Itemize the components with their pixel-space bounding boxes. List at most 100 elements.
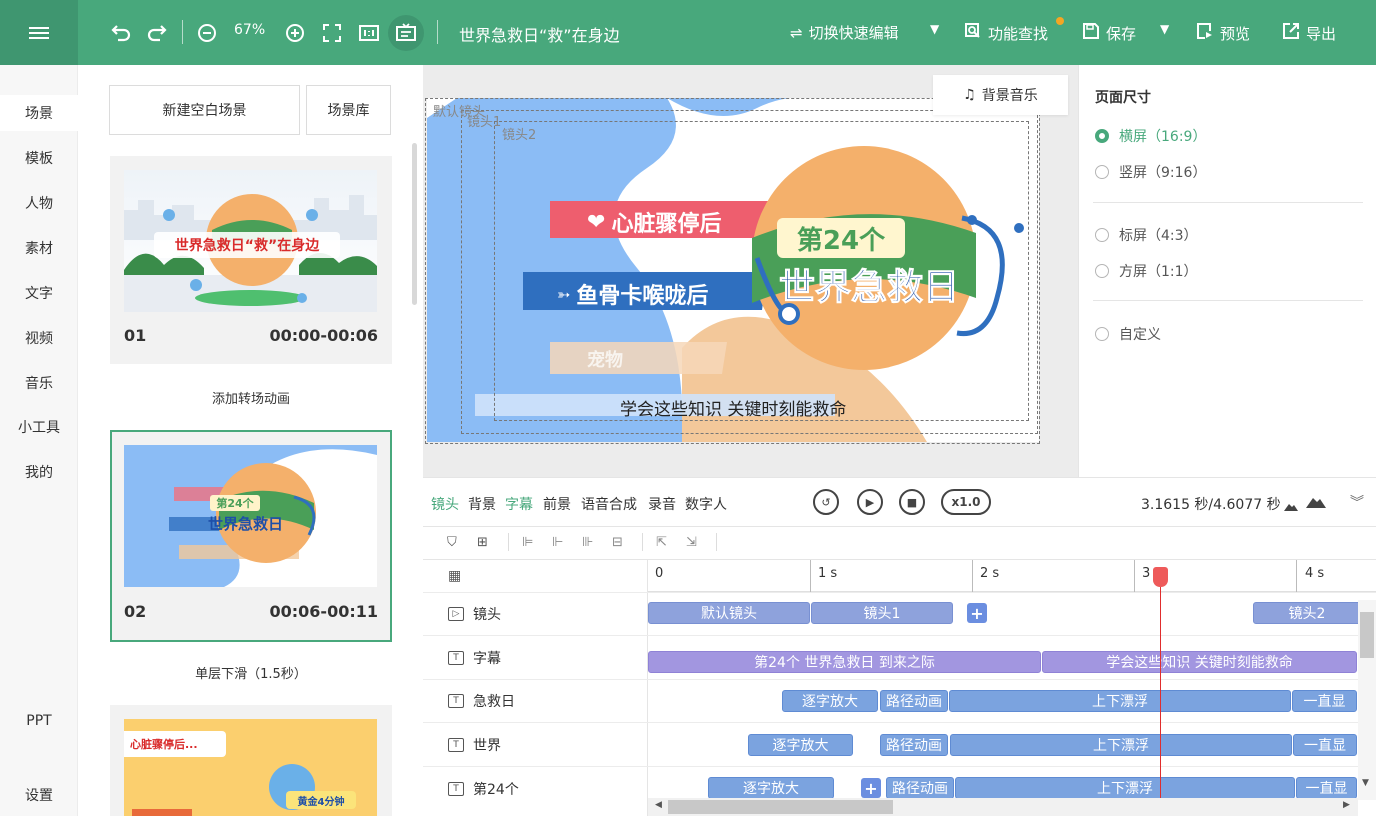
scene-card-03[interactable]: 心脏骤停后... 黄金4分钟 xyxy=(110,705,392,816)
grid-icon[interactable]: ▦ xyxy=(448,568,461,584)
nav-item-settings[interactable]: 设置 xyxy=(0,777,78,813)
nav-item-music[interactable]: 音乐 xyxy=(0,365,78,401)
timeline-ruler[interactable] xyxy=(648,560,1376,592)
clip-zoom-text[interactable]: 逐字放大 xyxy=(782,690,878,712)
scroll-right-icon[interactable]: ▶ xyxy=(1343,800,1350,810)
save-icon xyxy=(1082,22,1100,44)
tab-recording[interactable]: 录音 xyxy=(648,494,676,514)
undo-icon[interactable] xyxy=(108,20,134,46)
scene-time-range: 00:00-00:06 xyxy=(269,326,379,345)
clip-zoom-text[interactable]: 逐字放大 xyxy=(748,734,853,756)
camera-frame-2[interactable] xyxy=(494,121,1029,421)
save-dropdown-icon[interactable]: ▼ xyxy=(1160,22,1169,36)
scene-card-02[interactable]: 第24个 世界急救日 02 00:06-00:11 xyxy=(110,430,392,642)
tab-digital-human[interactable]: 数字人 xyxy=(685,494,727,514)
replay-icon[interactable]: ↺ xyxy=(813,489,839,515)
radio-landscape[interactable]: 横屏（16:9） xyxy=(1095,126,1206,146)
clip-path-animation[interactable]: 路径动画 xyxy=(886,777,954,799)
zoom-in-icon[interactable] xyxy=(284,20,306,46)
menu-button[interactable] xyxy=(0,0,78,65)
align-center-icon[interactable]: ⊩ xyxy=(552,535,563,550)
scenes-scrollbar[interactable] xyxy=(412,143,417,305)
clip-zoom-text[interactable]: 逐字放大 xyxy=(708,777,834,799)
tab-foreground[interactable]: 前景 xyxy=(543,494,571,514)
subtitle-toggle-icon[interactable] xyxy=(388,15,424,51)
feature-search-button[interactable]: 功能查找 xyxy=(964,22,1048,44)
nav-item-ppt[interactable]: PPT xyxy=(0,703,78,739)
zoom-in-timeline-icon[interactable] xyxy=(1306,493,1326,508)
background-music-button[interactable]: ♫ 背景音乐 xyxy=(933,75,1068,115)
playhead-handle[interactable] xyxy=(1153,567,1168,587)
zoom-out-icon[interactable] xyxy=(196,20,218,46)
scroll-left-icon[interactable]: ◀ xyxy=(655,800,662,810)
stop-icon[interactable]: ■ xyxy=(899,489,925,515)
align-right-icon[interactable]: ⊪ xyxy=(582,535,593,550)
redo-icon[interactable] xyxy=(144,20,170,46)
scene-library-button[interactable]: 场景库 xyxy=(306,85,391,135)
clip-always-show[interactable]: 一直显 xyxy=(1293,734,1357,756)
timeline-vertical-scrollbar[interactable] xyxy=(1360,612,1374,658)
stack-up-icon[interactable]: ⇱ xyxy=(656,535,667,550)
add-transition-button[interactable]: 添加转场动画 xyxy=(110,388,392,407)
add-camera-button[interactable]: + xyxy=(967,603,987,623)
collapse-timeline-icon[interactable]: ︾ xyxy=(1350,492,1364,512)
tab-camera[interactable]: 镜头 xyxy=(431,494,459,514)
align-icon[interactable]: ⊞ xyxy=(477,535,488,550)
scene-card-01[interactable]: 世界急救日“救”在身边 01 00:00-00:06 xyxy=(110,156,392,364)
nav-item-text[interactable]: 文字 xyxy=(0,275,78,311)
tab-background[interactable]: 背景 xyxy=(468,494,496,514)
quick-edit-button[interactable]: ⇌ 切换快速编辑 xyxy=(790,22,899,43)
actual-size-icon[interactable] xyxy=(356,20,382,46)
transition-effect-label[interactable]: 单层下滑（1.5秒） xyxy=(110,663,392,682)
playhead[interactable] xyxy=(1160,572,1161,802)
nav-item-mine[interactable]: 我的 xyxy=(0,454,78,490)
clip-camera-1[interactable]: 镜头1 xyxy=(811,602,953,624)
distribute-icon[interactable]: ⊟ xyxy=(612,535,623,550)
save-button[interactable]: 保存 xyxy=(1082,22,1136,44)
fullscreen-icon[interactable] xyxy=(320,20,344,46)
project-title[interactable]: 世界急救日“救”在身边 xyxy=(459,22,620,46)
clip-float[interactable]: 上下漂浮 xyxy=(949,690,1291,712)
new-blank-scene-button[interactable]: 新建空白场景 xyxy=(109,85,300,135)
nav-item-character[interactable]: 人物 xyxy=(0,185,78,221)
track-labels xyxy=(423,560,648,816)
nav-item-material[interactable]: 素材 xyxy=(0,230,78,266)
clip-always-show[interactable]: 一直显 xyxy=(1292,690,1357,712)
timeline-horizontal-scrollbar[interactable] xyxy=(668,800,893,814)
stack-down-icon[interactable]: ⇲ xyxy=(686,535,697,550)
nav-item-template[interactable]: 模板 xyxy=(0,140,78,176)
clip-path-animation[interactable]: 路径动画 xyxy=(880,690,948,712)
clip-camera-default[interactable]: 默认镜头 xyxy=(648,602,810,624)
scroll-down-icon[interactable]: ▼ xyxy=(1362,778,1369,788)
radio-standard[interactable]: 标屏（4:3） xyxy=(1095,225,1198,245)
zoom-out-timeline-icon[interactable] xyxy=(1284,496,1298,511)
align-left-icon[interactable]: ⊫ xyxy=(522,535,533,550)
divider xyxy=(1093,202,1363,203)
quick-edit-dropdown-icon[interactable]: ▼ xyxy=(930,22,939,36)
play-icon[interactable]: ▶ xyxy=(857,489,883,515)
nav-item-video[interactable]: 视频 xyxy=(0,320,78,356)
thumbnail-badge: 黄金4分钟 xyxy=(286,791,356,809)
clip-subtitle-1[interactable]: 第24个 世界急救日 到来之际 xyxy=(648,651,1041,673)
swap-icon: ⇌ xyxy=(790,23,803,42)
clip-path-animation[interactable]: 路径动画 xyxy=(880,734,948,756)
preview-button[interactable]: 预览 xyxy=(1196,22,1250,44)
clip-float[interactable]: 上下漂浮 xyxy=(950,734,1292,756)
tab-tts[interactable]: 语音合成 xyxy=(581,494,637,514)
filter-icon[interactable]: ⛉ xyxy=(447,535,457,550)
add-effect-button[interactable]: + xyxy=(861,778,881,798)
clip-subtitle-2[interactable]: 学会这些知识 关键时刻能救命 xyxy=(1042,651,1357,673)
radio-square[interactable]: 方屏（1:1） xyxy=(1095,261,1198,281)
page-size-title: 页面尺寸 xyxy=(1095,90,1151,106)
export-button[interactable]: 导出 xyxy=(1282,22,1336,44)
clip-float[interactable]: 上下漂浮 xyxy=(955,777,1295,799)
nav-item-tools[interactable]: 小工具 xyxy=(0,409,78,445)
playback-speed-button[interactable]: x1.0 xyxy=(941,489,991,515)
ruler-label: 0 xyxy=(655,566,664,581)
radio-custom[interactable]: 自定义 xyxy=(1095,324,1161,344)
clip-always-show[interactable]: 一直显 xyxy=(1296,777,1357,799)
clip-camera-2[interactable]: 镜头2 xyxy=(1253,602,1361,624)
tab-subtitle[interactable]: 字幕 xyxy=(505,494,533,514)
nav-item-scene[interactable]: 场景 xyxy=(0,95,78,131)
radio-portrait[interactable]: 竖屏（9:16） xyxy=(1095,162,1206,182)
